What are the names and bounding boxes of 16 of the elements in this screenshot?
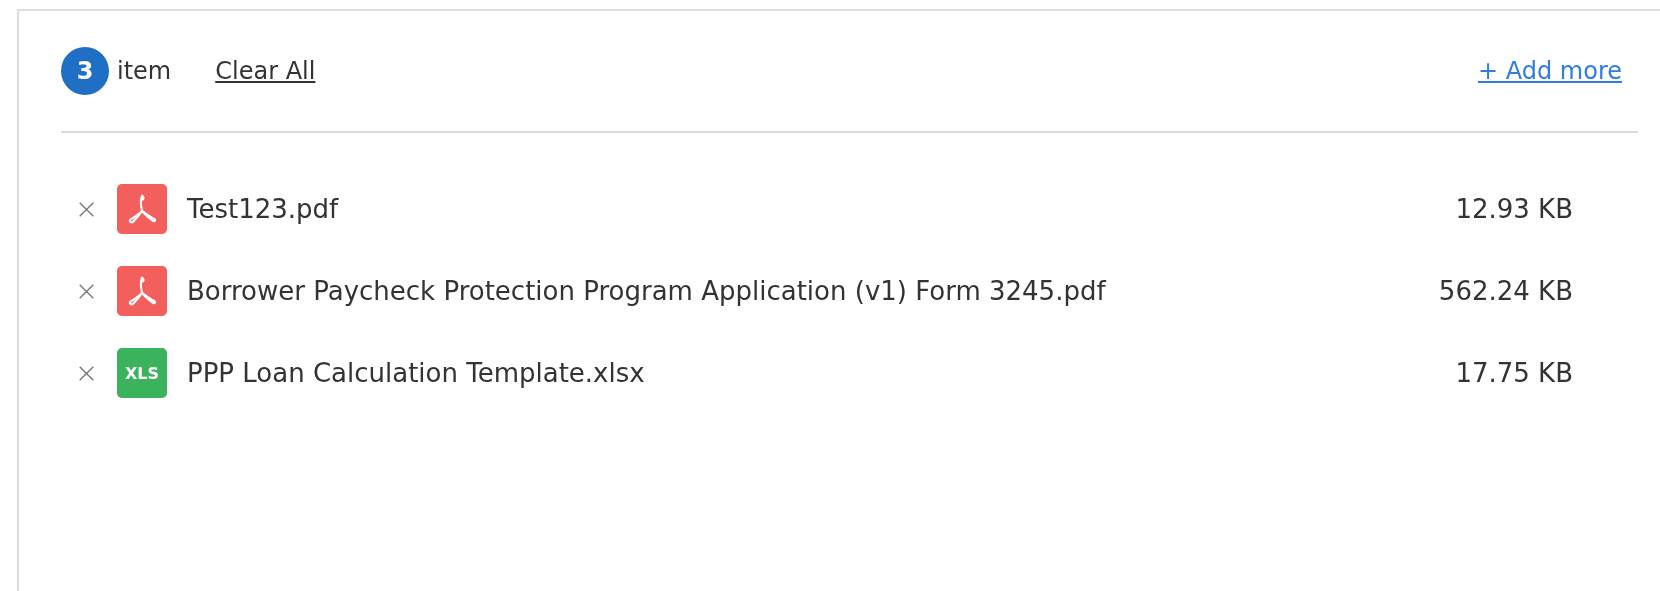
- remove-icon[interactable]: [78, 200, 95, 218]
- clear-all-link[interactable]: Clear All: [215, 57, 316, 85]
- add-more-link[interactable]: + Add more: [1478, 57, 1622, 85]
- file-name: PPP Loan Calculation Template.xlsx: [187, 358, 646, 388]
- remove-icon[interactable]: [78, 364, 95, 382]
- file-size: 562.24 KB: [1438, 276, 1573, 306]
- xls-file-icon: XLS: [117, 348, 167, 398]
- file-name: Borrower Paycheck Protection Program Application (v1) Form 3245.pdf: [187, 276, 1108, 306]
- file-name: Test123.pdf: [187, 194, 340, 224]
- file-size: 17.75 KB: [1455, 358, 1573, 388]
- pdf-file-icon: [117, 184, 167, 234]
- file-size: 12.93 KB: [1455, 194, 1573, 224]
- remove-icon[interactable]: [78, 282, 95, 300]
- pdf-file-icon: [117, 266, 167, 316]
- count-label: item: [117, 57, 172, 85]
- count-badge: 3: [61, 47, 109, 95]
